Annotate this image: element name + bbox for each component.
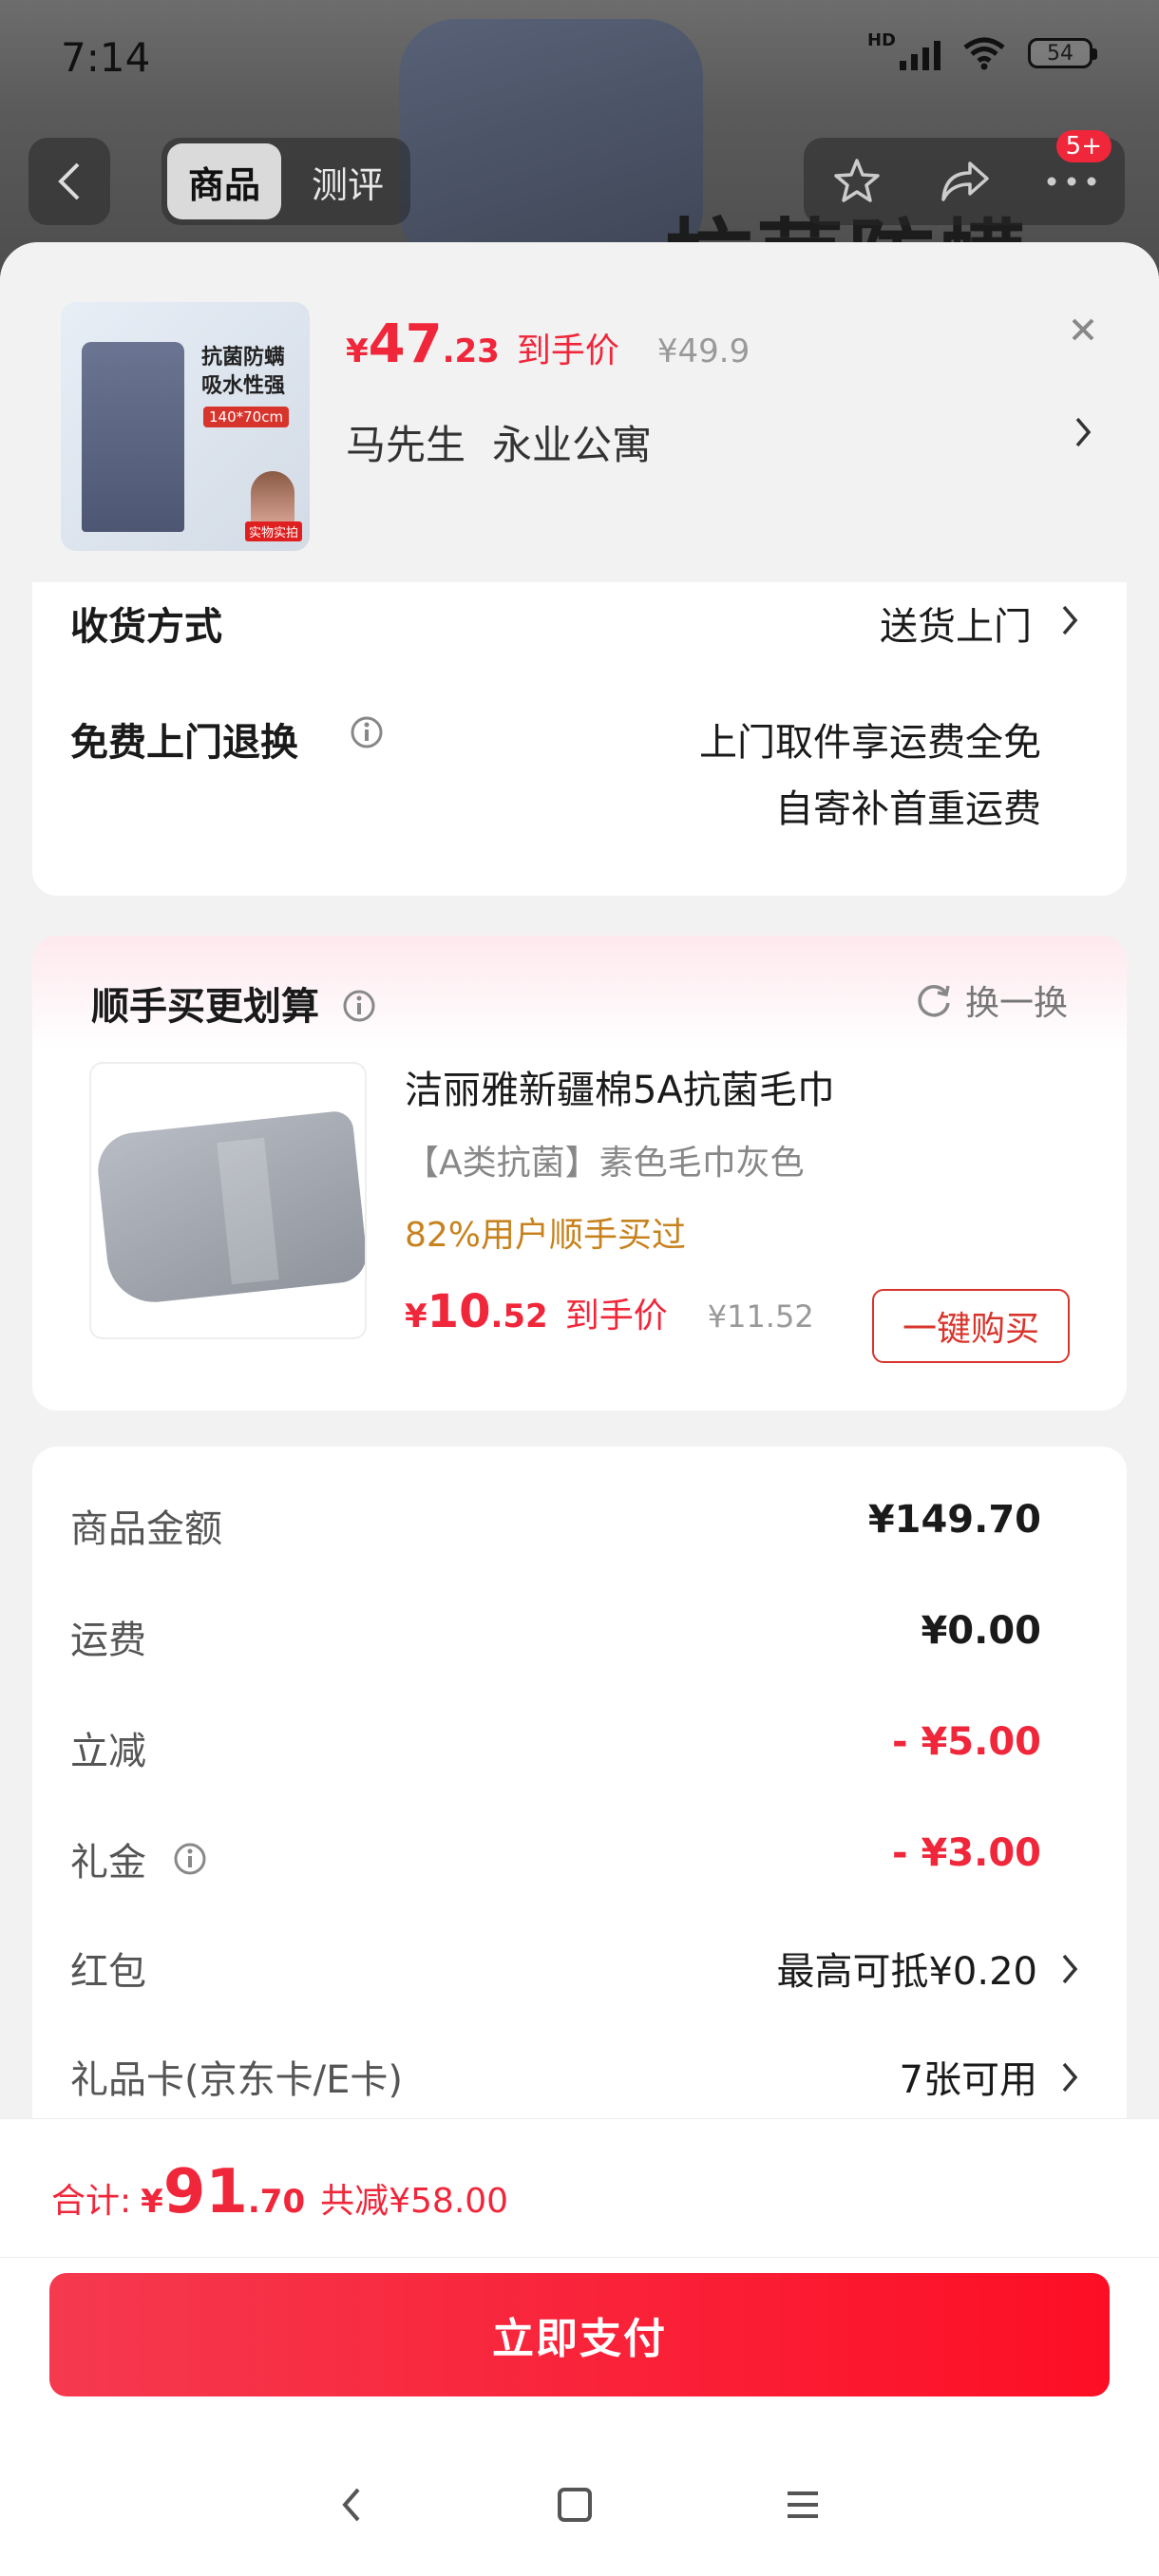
message-badge: 5+ <box>1055 130 1112 162</box>
chevron-right-icon <box>1062 2062 1078 2093</box>
total-decimal: .70 <box>247 2183 306 2221</box>
summary-row-red-packet[interactable]: 红包 最高可抵¥0.20 <box>70 1941 1079 1998</box>
star-icon[interactable] <box>831 156 883 207</box>
price-label: 到手价 <box>516 331 619 370</box>
product-header: 抗菌防螨 吸水性强 140*70cm 实物实拍 ¥ 47 .23 到手价 ¥49.… <box>0 242 1159 586</box>
info-icon[interactable] <box>350 715 384 749</box>
summary-row-discount: 立减 - ¥5.00 <box>70 1720 1041 1777</box>
action-buttons: 5+ <box>804 130 1125 225</box>
chevron-right-icon <box>1075 417 1092 447</box>
summary-value: - ¥3.00 <box>891 1831 1041 1875</box>
back-button[interactable] <box>28 138 110 225</box>
upsell-title: 顺手买更划算 <box>91 975 376 1031</box>
chevron-right-icon <box>1062 605 1078 635</box>
network-type: HD <box>866 29 896 50</box>
total-integer: 91 <box>162 2157 248 2227</box>
upsell-card: 顺手买更划算 换一换 洁丽雅新疆棉5A抗菌毛巾 【A类抗菌】素色毛巾灰色 82%… <box>32 936 1127 1411</box>
upsell-thumbnail[interactable] <box>89 1062 367 1339</box>
status-bar: 7:14 HD 54 <box>0 0 1159 114</box>
tab-bar: 商品 测评 <box>162 138 411 225</box>
summary-value: ¥149.70 <box>867 1498 1041 1542</box>
summary-value: 7张可用 <box>899 2058 1037 2102</box>
status-time: 7:14 <box>61 34 151 81</box>
one-click-buy-button[interactable]: 一键购买 <box>872 1289 1070 1363</box>
total-currency: ¥ <box>141 2183 163 2221</box>
upsell-item-spec: 【A类抗菌】素色毛巾灰色 <box>405 1144 805 1183</box>
upsell-popularity: 82%用户顺手买过 <box>405 1216 687 1255</box>
summary-row-gift-money: 礼金 - ¥3.00 <box>70 1831 1041 1888</box>
original-price: ¥49.9 <box>656 332 750 370</box>
price-currency: ¥ <box>346 332 369 370</box>
summary-label: 立减 <box>70 1730 146 1773</box>
close-icon[interactable] <box>1062 309 1104 350</box>
towel-image <box>82 342 184 532</box>
summary-row-gift-card[interactable]: 礼品卡(京东卡/E卡) 7张可用 <box>70 2049 1079 2106</box>
upsell-item-name[interactable]: 洁丽雅新疆棉5A抗菌毛巾 <box>405 1059 835 1114</box>
info-icon[interactable] <box>173 1842 207 1876</box>
upsell-price: ¥ 10 .52 到手价 ¥11.52 <box>405 1285 814 1338</box>
free-return-label: 免费上门退换 <box>70 721 298 765</box>
free-return-line1: 上门取件享运费全免 <box>699 721 1041 765</box>
summary-row-goods: 商品金额 ¥149.70 <box>70 1498 1041 1555</box>
price-decimal: .52 <box>490 1297 548 1335</box>
price-currency: ¥ <box>405 1297 428 1335</box>
more-icon[interactable] <box>1046 176 1097 187</box>
summary-label: 商品金额 <box>70 1507 222 1551</box>
product-price: ¥ 47 .23 到手价 ¥49.9 <box>346 313 750 375</box>
product-thumbnail[interactable]: 抗菌防螨 吸水性强 140*70cm 实物实拍 <box>61 302 310 551</box>
top-navbar: 商品 测评 5+ <box>0 130 1159 225</box>
battery-icon: 54 <box>1028 38 1097 68</box>
battery-level: 54 <box>1047 41 1074 66</box>
recipient-name: 马先生 <box>346 422 466 468</box>
summary-label: 礼金 <box>70 1831 207 1886</box>
nav-back-icon[interactable] <box>337 2484 366 2526</box>
free-return-line2: 自寄补首重运费 <box>775 787 1041 831</box>
total-label: 合计: <box>51 2182 132 2221</box>
summary-value: 最高可抵¥0.20 <box>776 1950 1037 1994</box>
original-price: ¥11.52 <box>707 1298 814 1335</box>
summary-value: - ¥5.00 <box>891 1720 1041 1764</box>
nav-menu-icon[interactable] <box>784 2488 822 2522</box>
summary-row-shipping: 运费 ¥0.00 <box>70 1609 1041 1666</box>
system-navigation-bar <box>0 2433 1159 2576</box>
delivery-card: 收货方式 送货上门 免费上门退换 上门取件享运费全免 自寄补首重运费 <box>32 582 1127 896</box>
chevron-left-icon <box>58 162 80 200</box>
tab-product[interactable]: 商品 <box>167 143 282 219</box>
delivery-address[interactable]: 马先生 永业公寓 <box>346 413 652 471</box>
pay-now-button[interactable]: 立即支付 <box>49 2273 1110 2396</box>
price-label: 到手价 <box>564 1297 668 1335</box>
delivery-method-value[interactable]: 送货上门 <box>880 596 1032 651</box>
signal-icon <box>900 36 940 70</box>
checkout-bottom-bar: 合计: ¥ 91 .70 共减¥58.00 立即支付 <box>0 2118 1159 2576</box>
swap-button[interactable]: 换一换 <box>914 975 1068 1025</box>
price-decimal: .23 <box>442 332 500 370</box>
summary-value: ¥0.00 <box>921 1609 1041 1653</box>
authentic-seal: 实物实拍 <box>244 521 302 541</box>
summary-label: 红包 <box>70 1950 146 1994</box>
tab-review[interactable]: 测评 <box>291 143 405 219</box>
thumbnail-size-tag: 140*70cm <box>203 407 290 427</box>
total-saving: 共减¥58.00 <box>320 2182 509 2221</box>
address-place: 永业公寓 <box>492 422 653 468</box>
price-integer: 47 <box>368 313 443 375</box>
info-icon[interactable] <box>342 989 376 1023</box>
chevron-right-icon <box>1062 1954 1078 1984</box>
status-icons: HD 54 <box>867 30 1097 70</box>
thumbnail-text: 抗菌防螨 吸水性强 <box>201 346 286 398</box>
summary-label: 运费 <box>70 1619 146 1662</box>
price-summary-card: 商品金额 ¥149.70 运费 ¥0.00 立减 - ¥5.00 礼金 - ¥3… <box>32 1447 1127 2169</box>
price-integer: 10 <box>427 1285 491 1338</box>
share-icon[interactable] <box>938 158 991 205</box>
summary-label: 礼品卡(京东卡/E卡) <box>70 2058 403 2102</box>
order-total: 合计: ¥ 91 .70 共减¥58.00 <box>51 2157 508 2227</box>
wifi-icon <box>963 37 1005 70</box>
delivery-method-label: 收货方式 <box>70 605 222 649</box>
refresh-icon <box>918 985 950 1017</box>
nav-home-icon[interactable] <box>556 2486 594 2524</box>
